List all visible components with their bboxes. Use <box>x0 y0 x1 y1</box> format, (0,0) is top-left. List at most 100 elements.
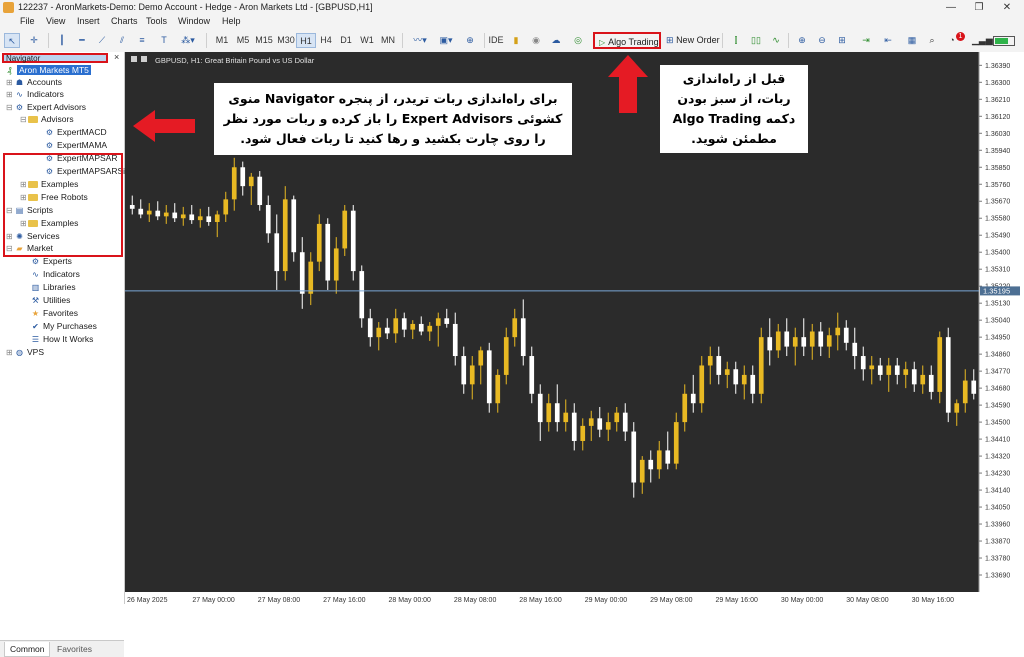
price-label: 1.35310 <box>985 267 1010 274</box>
candle-bear <box>240 167 246 187</box>
price-label: 1.36030 <box>985 131 1010 138</box>
menu-insert[interactable]: Insert <box>77 16 100 26</box>
shapes-icon[interactable]: ⁂▾ <box>178 33 198 48</box>
zoom-in-icon[interactable]: ⊕ <box>794 33 810 48</box>
line-chart-icon[interactable]: ∿ <box>768 33 784 48</box>
battery-icon <box>993 36 1015 46</box>
channel-icon[interactable]: ⫽ <box>114 33 130 48</box>
autoscroll-icon[interactable]: ⇥ <box>858 33 874 48</box>
bar-chart-icon[interactable]: ⫿ <box>728 33 744 48</box>
close-button[interactable]: ✕ <box>992 0 1022 15</box>
price-label: 1.33870 <box>985 539 1010 546</box>
robot-icon: ⚙ <box>31 257 40 266</box>
navigator-title: Navigator <box>2 53 108 63</box>
tree-market-libraries[interactable]: ▥ Libraries <box>30 281 76 293</box>
tree-vps[interactable]: ⊞ ◍ VPS <box>6 346 44 358</box>
text-icon[interactable]: T <box>156 33 172 48</box>
cloud-icon[interactable]: ☁ <box>548 33 564 48</box>
tree-market-purchases[interactable]: ✔ My Purchases <box>30 320 97 332</box>
vertical-line-icon[interactable]: ┃ <box>54 33 70 48</box>
timeframe-m15[interactable]: M15 <box>253 33 275 48</box>
menu-charts[interactable]: Charts <box>111 16 138 26</box>
candle-bear <box>299 252 305 294</box>
candle-bear <box>384 327 390 334</box>
tree-market-favorites[interactable]: ★ Favorites <box>30 307 78 319</box>
tree-expert-advisors[interactable]: ⊟ ⚙ Expert Advisors <box>6 101 86 113</box>
window-title: 122237 - AronMarkets-Demo: Demo Account … <box>18 2 373 12</box>
candle-bull <box>495 374 501 404</box>
menu-help[interactable]: Help <box>222 16 241 26</box>
tree-market-indicators[interactable]: ∿ Indicators <box>30 268 80 280</box>
templates-icon[interactable]: ▣▾ <box>434 33 458 48</box>
menu-view[interactable]: View <box>46 16 65 26</box>
tree-indicators[interactable]: ⊞ ∿ Indicators <box>6 88 64 100</box>
star-icon: ★ <box>31 309 40 318</box>
candle-bull <box>410 323 416 330</box>
menu-file[interactable]: File <box>20 16 35 26</box>
cursor-icon[interactable]: ↖ <box>4 33 20 48</box>
candlestick-icon[interactable]: ▯▯ <box>748 33 764 48</box>
candle-bull <box>478 350 484 366</box>
tree-advisors[interactable]: ⊟ Advisors <box>20 113 74 125</box>
price-label: 1.34050 <box>985 505 1010 512</box>
candle-bull <box>869 365 875 370</box>
price-label: 1.34410 <box>985 437 1010 444</box>
navigator-close-icon[interactable]: × <box>114 52 119 62</box>
profiles-icon[interactable]: ⊕ <box>460 33 480 48</box>
candle-bull <box>223 199 229 215</box>
chart-trade-icon[interactable] <box>141 56 147 62</box>
signal-icon[interactable]: ◉ <box>528 33 544 48</box>
timeframe-h1[interactable]: H1 <box>296 33 316 48</box>
algo-trading-button[interactable]: ▷ Algo Trading <box>593 32 661 49</box>
tree-account-root[interactable]: ₰ Aron Markets MT5 <box>4 64 91 76</box>
tree-expert-mama[interactable]: ⚙ ExpertMAMA <box>44 139 107 151</box>
chart-menu-icon[interactable] <box>131 56 137 62</box>
menu-tools[interactable]: Tools <box>146 16 167 26</box>
timeframe-h4[interactable]: H4 <box>316 33 336 48</box>
candle-bull <box>214 214 220 223</box>
candle-bull <box>937 337 943 392</box>
candle-bull <box>699 365 705 404</box>
tab-common[interactable]: Common <box>4 642 51 657</box>
timeframe-m1[interactable]: M1 <box>212 33 232 48</box>
check-icon: ✔ <box>32 322 39 331</box>
timeframe-m5[interactable]: M5 <box>233 33 253 48</box>
tree-market-utilities[interactable]: ⚒ Utilities <box>30 294 71 306</box>
candle-bull <box>903 369 909 375</box>
candle-bear <box>852 342 858 357</box>
fibonacci-icon[interactable]: ≡ <box>134 33 150 48</box>
grid-icon[interactable]: ⊞ <box>834 33 850 48</box>
zoom-out-icon[interactable]: ⊖ <box>814 33 830 48</box>
tree-market-how-it-works[interactable]: ☰ How It Works <box>30 333 93 345</box>
timeframe-mn[interactable]: MN <box>378 33 398 48</box>
price-label: 1.33780 <box>985 556 1010 563</box>
candle-bull <box>605 422 611 430</box>
title-bar: 122237 - AronMarkets-Demo: Demo Account … <box>0 0 1024 15</box>
lock-icon[interactable]: ▮ <box>508 33 524 48</box>
indicators-icon[interactable]: 〰▾ <box>408 33 432 48</box>
price-label: 1.34950 <box>985 335 1010 342</box>
candle-bull <box>563 412 569 423</box>
minimize-button[interactable]: — <box>936 0 966 15</box>
menu-window[interactable]: Window <box>178 16 210 26</box>
crosshair-icon[interactable]: ✛ <box>26 33 42 48</box>
candle-bull <box>775 331 781 351</box>
tree-accounts[interactable]: ⊞ ☗ Accounts <box>6 76 62 88</box>
horizontal-line-icon[interactable]: ━ <box>74 33 90 48</box>
ide-button[interactable]: IDE <box>488 33 504 48</box>
price-label: 1.35760 <box>985 182 1010 189</box>
chart-shift-icon[interactable]: ⇤ <box>880 33 896 48</box>
maximize-button[interactable]: ❐ <box>964 0 994 15</box>
timeframe-m30[interactable]: M30 <box>275 33 297 48</box>
tree-expert-macd[interactable]: ⚙ ExpertMACD <box>44 126 107 138</box>
search-icon[interactable]: ⌕ <box>924 33 940 48</box>
candle-bull <box>231 167 237 200</box>
screenshot-icon[interactable]: ▦ <box>904 33 920 48</box>
new-order-label: New Order <box>676 35 720 45</box>
timeframe-d1[interactable]: D1 <box>336 33 356 48</box>
trend-line-icon[interactable]: ⟋ <box>94 33 110 48</box>
timeframe-w1[interactable]: W1 <box>357 33 377 48</box>
vps-icon[interactable]: ◎ <box>570 33 586 48</box>
new-order-button[interactable]: ⊞ New Order <box>666 33 720 48</box>
tab-favorites[interactable]: Favorites <box>52 642 97 656</box>
